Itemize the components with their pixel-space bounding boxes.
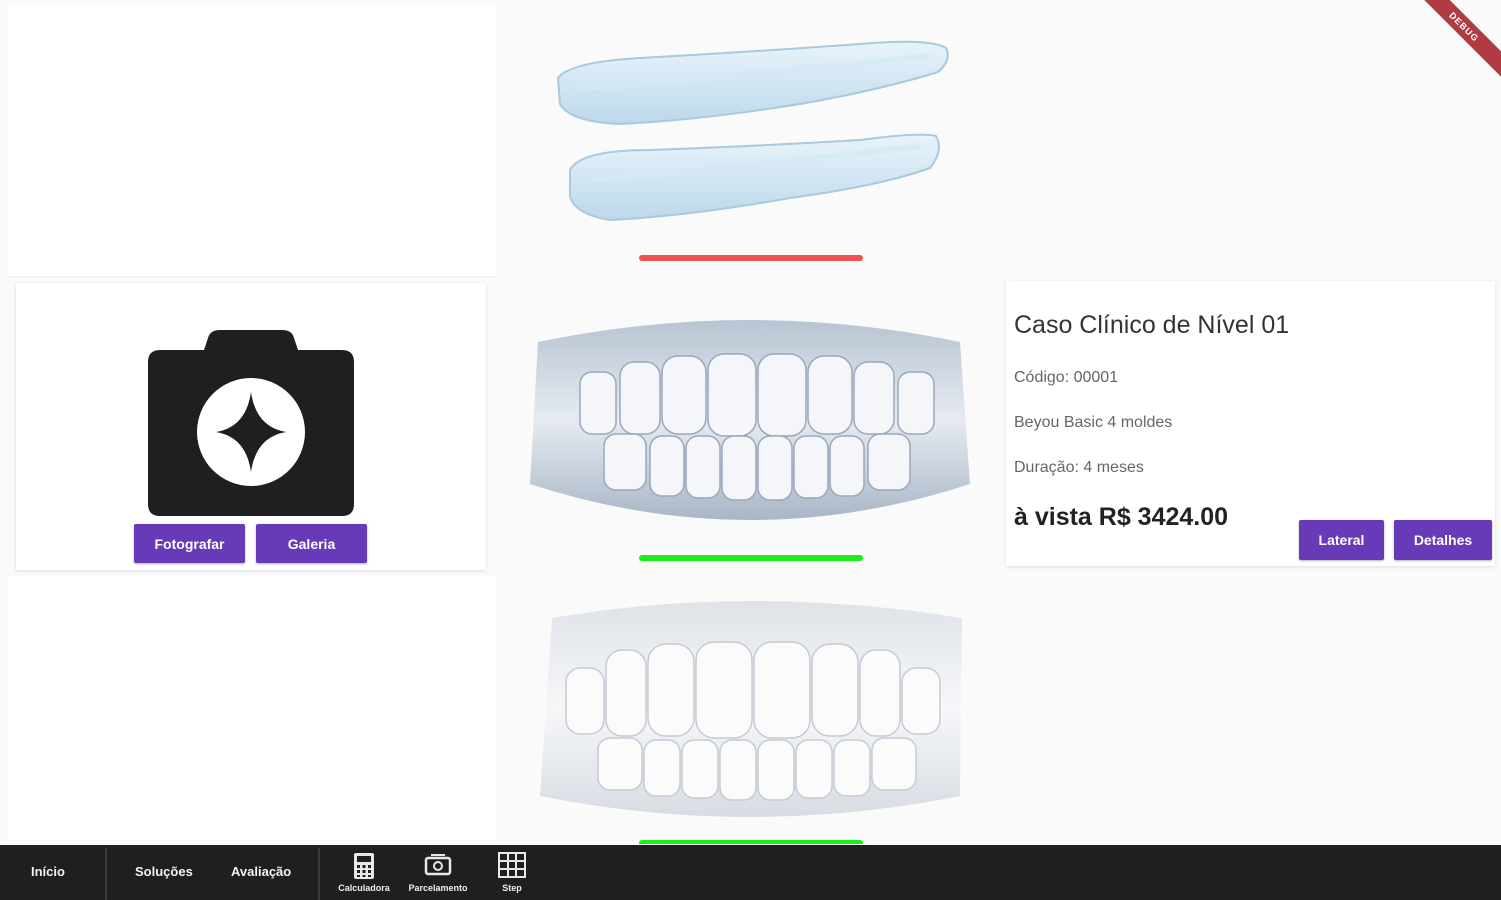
case-duration: Duração: 4 meses xyxy=(1014,459,1144,476)
nav-item-step[interactable]: Step xyxy=(482,852,542,896)
nav-item-label: Parcelamento xyxy=(408,883,468,893)
aligned-teeth-image xyxy=(540,601,962,817)
nav-item-avaliacao[interactable]: Avaliação xyxy=(231,864,291,879)
details-button[interactable]: Detalhes xyxy=(1394,520,1492,560)
camera-icon[interactable] xyxy=(146,330,356,520)
case-info-card: Caso Clínico de Nível 01 Código: 00001 B… xyxy=(1006,281,1495,566)
nav-item-parcelamento[interactable]: Parcelamento xyxy=(408,852,468,896)
blank-card-bottom xyxy=(8,576,496,840)
aligner-image xyxy=(556,40,949,222)
case-title: Caso Clínico de Nível 01 xyxy=(1014,311,1290,339)
aligned-teeth-indicator-bar xyxy=(639,840,863,844)
calculator-icon xyxy=(354,853,374,879)
money-icon xyxy=(424,854,452,876)
app-root: Fotografar Galeria Caso Clínico de Nível… xyxy=(0,0,1501,900)
camera-card: Fotografar Galeria xyxy=(16,283,486,570)
lateral-button[interactable]: Lateral xyxy=(1299,520,1384,560)
nav-item-label: Calculadora xyxy=(338,883,390,893)
case-price: à vista R$ 3424.00 xyxy=(1014,503,1229,531)
nav-divider xyxy=(318,848,320,900)
front-teeth-tile[interactable] xyxy=(500,284,1000,566)
case-plan: Beyou Basic 4 moldes xyxy=(1014,414,1173,431)
gallery-button[interactable]: Galeria xyxy=(256,524,367,563)
nav-item-inicio[interactable]: Início xyxy=(31,864,65,879)
aligner-indicator-bar xyxy=(639,255,863,261)
case-code: Código: 00001 xyxy=(1014,369,1119,386)
grid-icon xyxy=(498,852,526,878)
aligned-teeth-tile[interactable] xyxy=(500,576,1000,844)
nav-item-label: Step xyxy=(502,883,522,893)
photograph-button[interactable]: Fotografar xyxy=(134,524,245,563)
nav-item-solucoes[interactable]: Soluções xyxy=(135,864,193,879)
nav-divider xyxy=(105,848,107,900)
front-teeth-image xyxy=(530,320,970,520)
nav-item-calculadora[interactable]: Calculadora xyxy=(334,852,394,896)
aligner-tile[interactable] xyxy=(500,0,1000,276)
front-teeth-indicator-bar xyxy=(639,555,863,561)
bottom-nav: Início Soluções Avaliação Calculadora Pa… xyxy=(0,845,1501,900)
blank-card-top xyxy=(8,4,496,276)
debug-banner: DEBUG xyxy=(1404,0,1501,87)
